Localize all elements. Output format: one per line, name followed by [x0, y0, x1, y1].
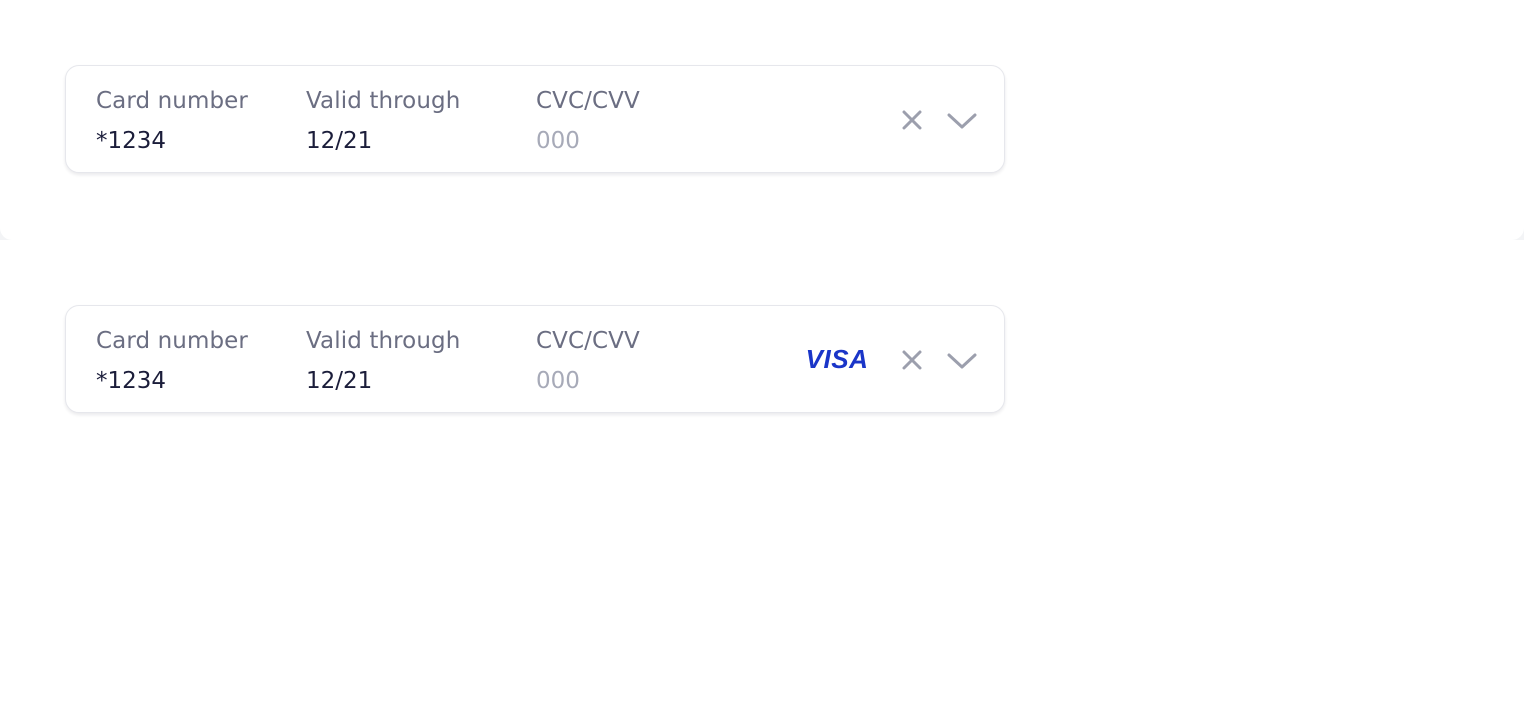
- close-icon[interactable]: [898, 346, 926, 374]
- valid-through-label: Valid through: [306, 88, 461, 114]
- valid-through-value: 12/21: [306, 128, 373, 154]
- valid-through-group: Valid through 12/21: [306, 326, 460, 396]
- cvc-input[interactable]: 000: [536, 126, 640, 156]
- visa-logo-icon: VISA: [804, 344, 870, 378]
- valid-through-value: 12/21: [306, 368, 373, 394]
- cvc-input[interactable]: 000: [536, 366, 640, 396]
- saved-card-field[interactable]: Card number *1234 Valid through 12/21 CV…: [65, 65, 1005, 173]
- card-number-label: Card number: [96, 328, 248, 354]
- saved-card-field-with-brand[interactable]: Card number *1234 Valid through 12/21 CV…: [65, 305, 1005, 413]
- card-number-group: Card number *1234: [96, 86, 248, 156]
- chevron-down-icon[interactable]: [946, 346, 977, 374]
- cvc-group[interactable]: CVC/CVV 000: [536, 326, 640, 396]
- svg-text:VISA: VISA: [806, 344, 869, 374]
- close-icon[interactable]: [898, 106, 926, 134]
- card-number-value: *1234: [96, 368, 167, 394]
- valid-through-label: Valid through: [306, 328, 461, 354]
- chevron-down-icon[interactable]: [946, 106, 977, 134]
- valid-through-group: Valid through 12/21: [306, 86, 460, 156]
- card-number-value: *1234: [96, 128, 167, 154]
- card-number-group: Card number *1234: [96, 326, 248, 396]
- cvc-group[interactable]: CVC/CVV 000: [536, 86, 640, 156]
- card-number-label: Card number: [96, 88, 248, 114]
- cvc-label: CVC/CVV: [536, 88, 640, 114]
- cvc-label: CVC/CVV: [536, 328, 640, 354]
